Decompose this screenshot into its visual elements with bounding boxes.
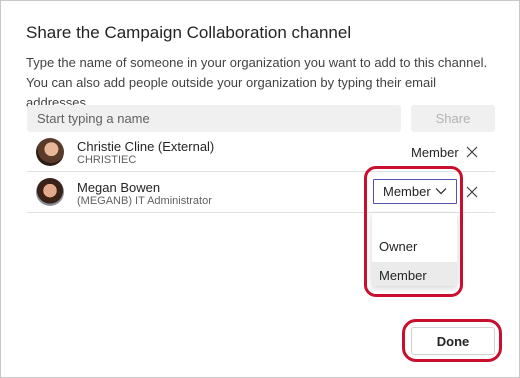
role-dropdown[interactable]: Member [373, 179, 457, 204]
member-row: Megan Bowen (MEGANB) IT Administrator Me… [27, 172, 495, 213]
close-icon[interactable] [465, 145, 479, 159]
done-button[interactable]: Done [411, 327, 495, 355]
member-name: Christie Cline (External) [77, 139, 215, 154]
share-button[interactable]: Share [411, 105, 495, 132]
member-row: Christie Cline (External) CHRISTIEC Memb… [27, 133, 495, 172]
dialog-description: Type the name of someone in your organiz… [26, 55, 488, 110]
search-input[interactable] [27, 105, 401, 132]
member-subtitle: CHRISTIEC [77, 154, 137, 166]
avatar [36, 178, 64, 206]
member-role[interactable]: Member [411, 145, 459, 160]
avatar [36, 138, 64, 166]
role-dropdown-value: Member [383, 184, 431, 199]
close-icon[interactable] [465, 185, 479, 199]
member-name: Megan Bowen [77, 180, 161, 195]
role-option-member[interactable]: Member [372, 262, 457, 286]
dialog-title: Share the Campaign Collaboration channel [26, 23, 352, 42]
member-subtitle: (MEGANB) IT Administrator [77, 195, 212, 207]
chevron-down-icon [435, 188, 447, 195]
share-channel-dialog: Share the Campaign Collaboration channel… [0, 0, 520, 378]
role-dropdown-menu: Owner Member [372, 213, 457, 286]
role-option-owner[interactable]: Owner [372, 231, 457, 263]
